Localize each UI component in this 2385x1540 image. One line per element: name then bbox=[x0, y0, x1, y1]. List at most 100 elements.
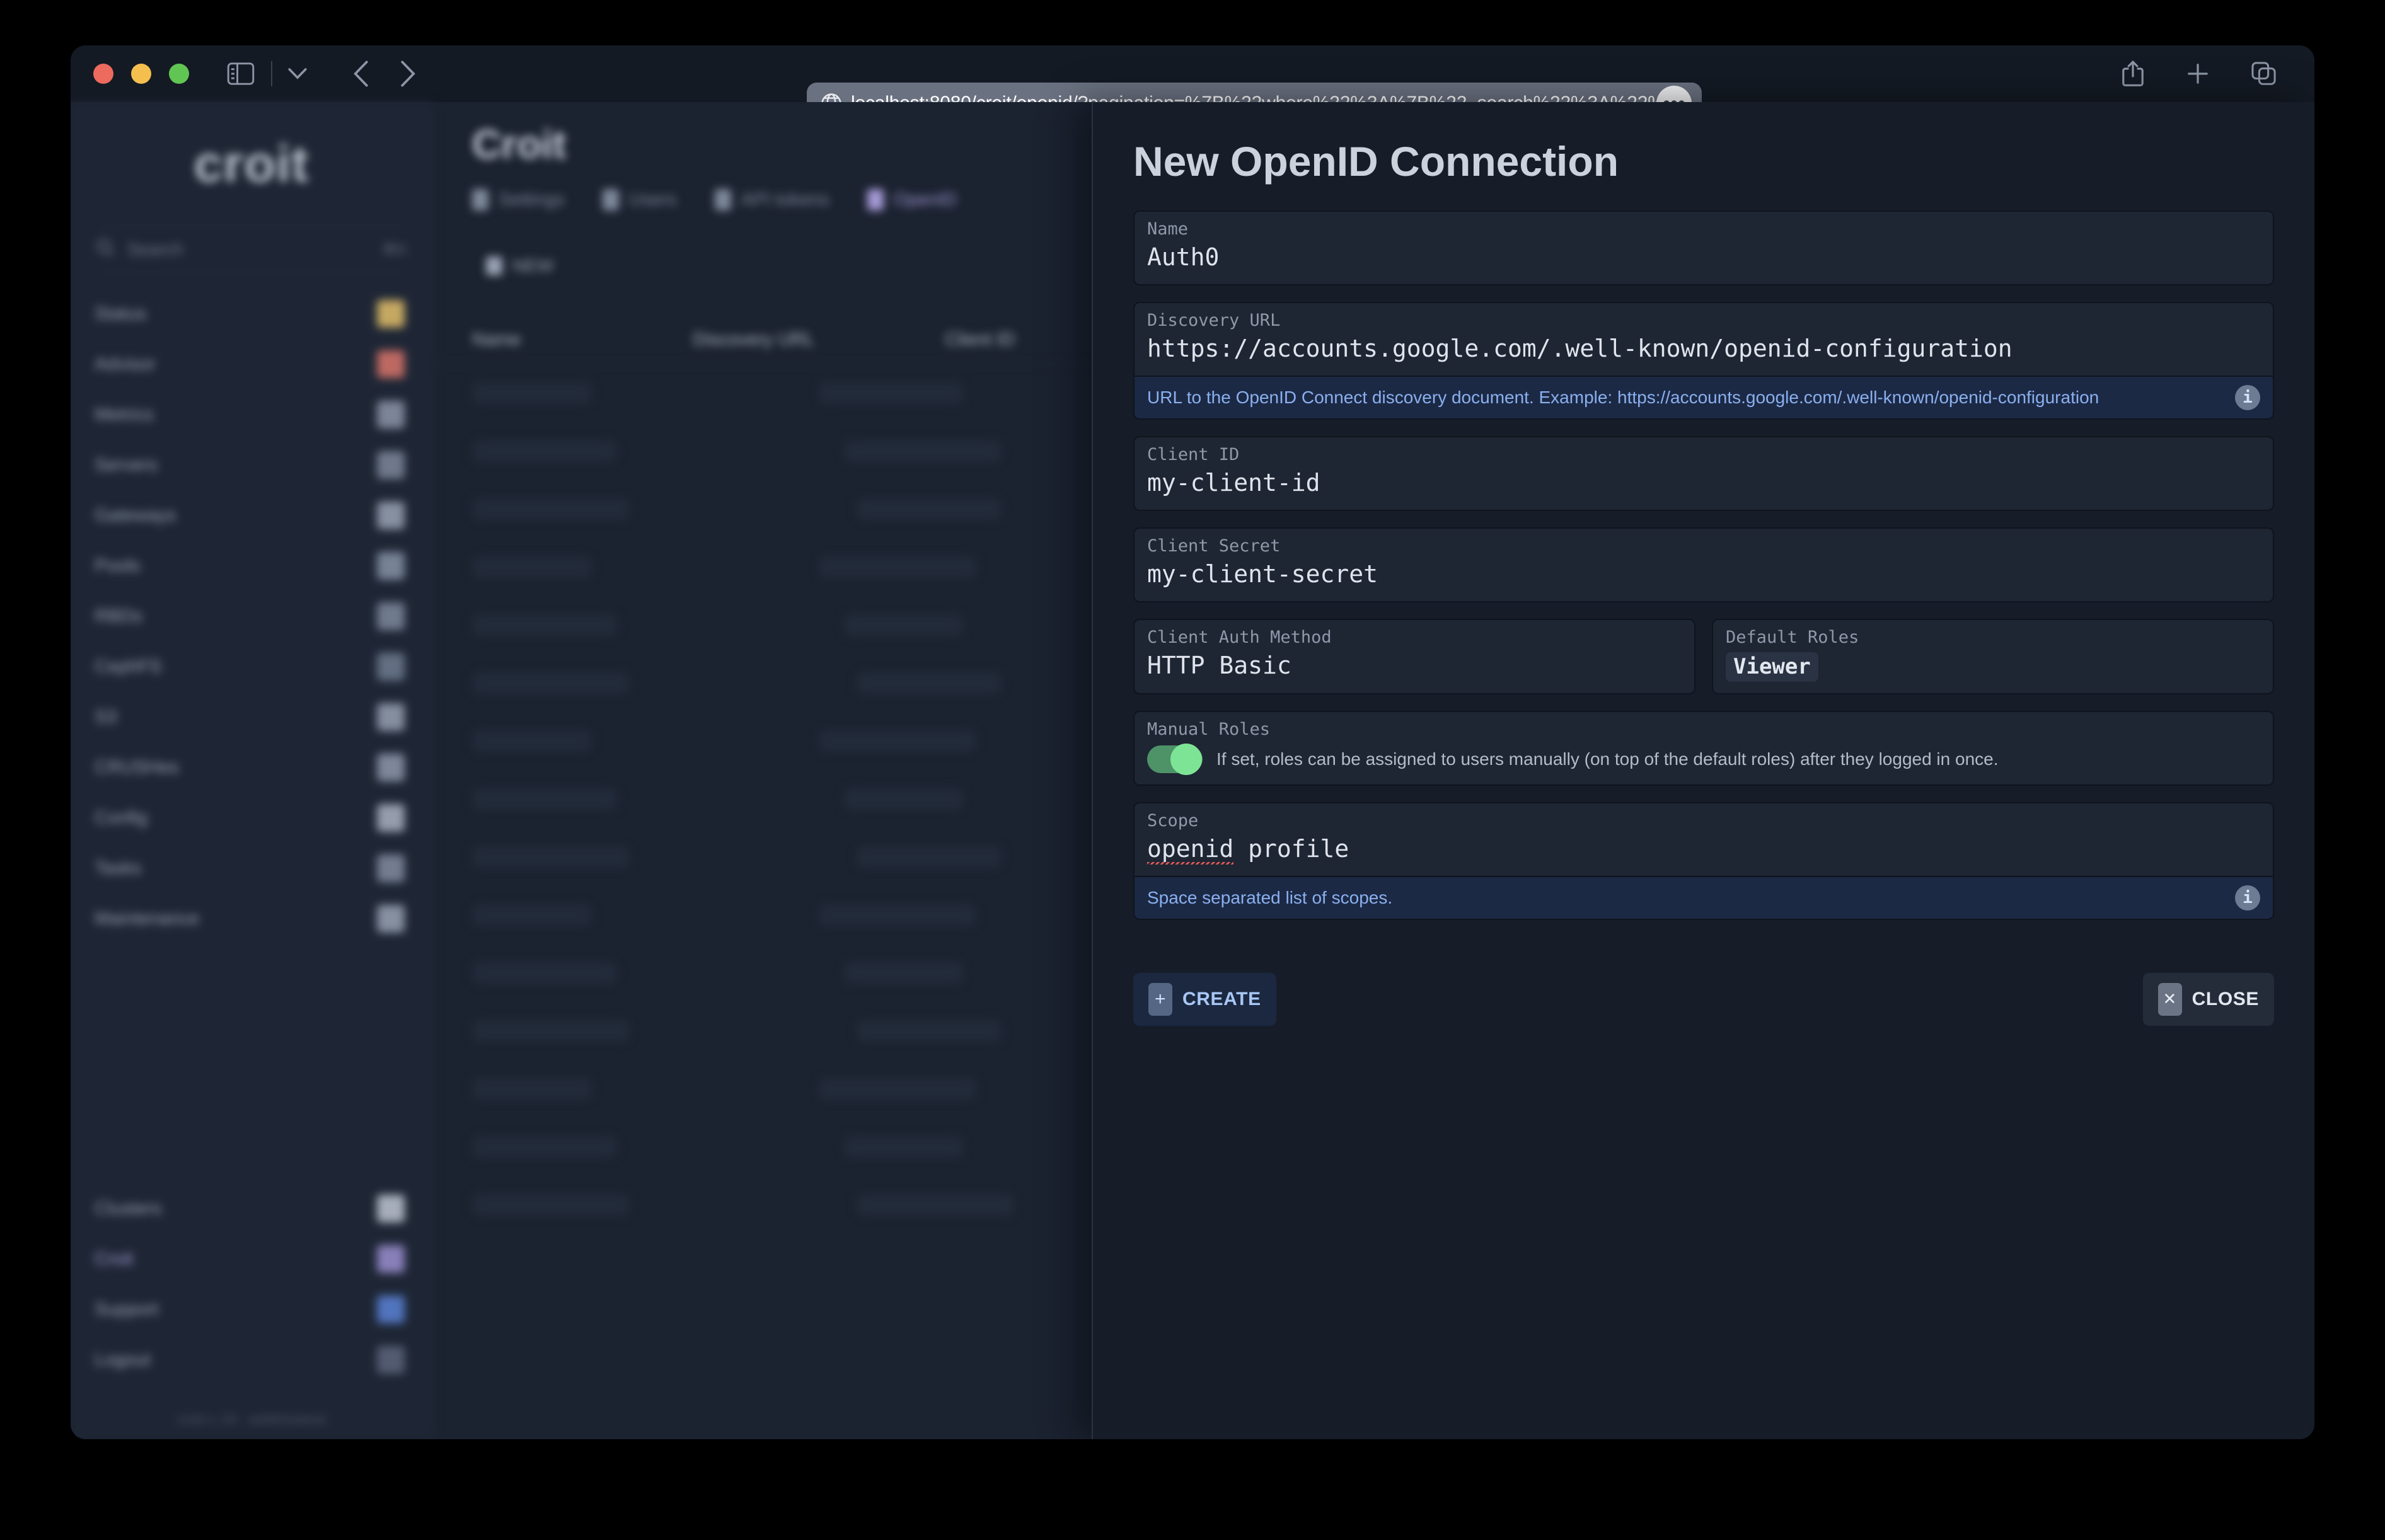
crushes-icon bbox=[377, 754, 405, 781]
sidebar-item-tasks[interactable]: Tasks bbox=[71, 843, 432, 894]
name-field[interactable]: Name Auth0 bbox=[1133, 210, 2274, 285]
sidebar-item-croit[interactable]: Croit bbox=[71, 1234, 432, 1284]
scope-value[interactable]: openid profile bbox=[1147, 834, 2260, 865]
tab-label: Users bbox=[628, 189, 677, 210]
logout-icon bbox=[377, 1346, 405, 1374]
close-icon: ✕ bbox=[2157, 982, 2182, 1016]
plus-icon[interactable] bbox=[2186, 62, 2210, 86]
scope-help: Space separated list of scopes. i bbox=[1133, 876, 2274, 920]
panel-title: New OpenID Connection bbox=[1133, 138, 1619, 185]
new-button[interactable]: NEW bbox=[472, 248, 567, 284]
sidebar-item-servers[interactable]: Servers bbox=[71, 440, 432, 490]
tab-api-tokens[interactable]: API tokens bbox=[714, 189, 829, 210]
client-id-field[interactable]: Client ID my-client-id bbox=[1133, 436, 2274, 511]
tab-overview-icon[interactable] bbox=[2251, 62, 2277, 86]
info-icon[interactable]: i bbox=[2235, 885, 2260, 911]
scope-label: Scope bbox=[1147, 810, 1199, 830]
sidebar-item-crushes[interactable]: CRUSHes bbox=[71, 742, 432, 793]
new-openid-connection-panel: New OpenID Connection Name Auth0 Discove… bbox=[1092, 102, 2314, 1439]
client-auth-method-field[interactable]: Client Auth Method HTTP Basic bbox=[1133, 619, 1695, 694]
tab-users[interactable]: Users bbox=[602, 189, 677, 210]
tab-openid[interactable]: OpenID bbox=[867, 189, 957, 210]
sidebar-item-rbds[interactable]: RBDs bbox=[71, 591, 432, 641]
sidebar-item-status[interactable]: Status bbox=[71, 289, 432, 339]
client-secret-value[interactable]: my-client-secret bbox=[1147, 560, 2260, 590]
close-button[interactable]: ✕ CLOSE bbox=[2142, 972, 2274, 1026]
discovery-url-field[interactable]: Discovery URL https://accounts.google.co… bbox=[1133, 302, 2274, 377]
default-roles-value[interactable]: Viewer bbox=[1726, 651, 2260, 682]
back-arrow-icon[interactable] bbox=[352, 60, 371, 88]
maximize-window-button[interactable] bbox=[169, 64, 189, 84]
browser-window: localhost:8080/croit/openid/?pagination=… bbox=[71, 45, 2314, 1439]
sidebar-item-logout[interactable]: Logout bbox=[71, 1335, 432, 1385]
maintenance-icon bbox=[377, 905, 405, 933]
sidebar-toggle-icon[interactable] bbox=[227, 62, 255, 85]
sidebar-item-cephfs[interactable]: CephFS bbox=[71, 641, 432, 692]
sidebar-nav-bottom: Clusters Croit Support Logout bbox=[71, 1183, 432, 1385]
manual-roles-field: Manual Roles If set, roles can be assign… bbox=[1133, 710, 2274, 786]
status-icon bbox=[377, 300, 405, 328]
sidebar-item-metrics[interactable]: Metrics bbox=[71, 389, 432, 440]
share-icon[interactable] bbox=[2122, 60, 2144, 88]
column-header-client-id: Client ID bbox=[945, 330, 1015, 350]
discovery-url-help: URL to the OpenID Connect discovery docu… bbox=[1133, 377, 2274, 420]
client-secret-field[interactable]: Client Secret my-client-secret bbox=[1133, 527, 2274, 602]
column-header-discovery-url: Discovery URL bbox=[693, 330, 815, 350]
sidebar-item-label: Metrics bbox=[95, 404, 154, 425]
client-auth-method-value[interactable]: HTTP Basic bbox=[1147, 651, 1682, 681]
close-window-button[interactable] bbox=[93, 64, 113, 84]
discovery-url-label: Discovery URL bbox=[1147, 311, 1281, 330]
auth-roles-row: Client Auth Method HTTP Basic Default Ro… bbox=[1133, 619, 2274, 694]
client-auth-method-label: Client Auth Method bbox=[1147, 628, 1332, 647]
support-icon bbox=[377, 1296, 405, 1323]
sidebar-item-label: RBDs bbox=[95, 606, 142, 626]
column-header-name: Name bbox=[472, 330, 521, 350]
chevron-down-icon[interactable] bbox=[287, 67, 308, 81]
forward-arrow-icon[interactable] bbox=[398, 60, 417, 88]
scope-help-text: Space separated list of scopes. bbox=[1147, 887, 1393, 907]
sidebar-item-support[interactable]: Support bbox=[71, 1284, 432, 1335]
plus-icon bbox=[486, 256, 502, 275]
sidebar-item-s3[interactable]: S3 bbox=[71, 692, 432, 742]
sidebar-nav: Status Advisor Metrics Servers Gateways … bbox=[71, 289, 432, 944]
create-button[interactable]: + CREATE bbox=[1133, 972, 1276, 1026]
tab-settings[interactable]: Settings bbox=[472, 189, 565, 210]
config-icon bbox=[377, 804, 405, 832]
croit-logo: croit bbox=[193, 135, 309, 193]
discovery-url-value[interactable]: https://accounts.google.com/.well-known/… bbox=[1147, 334, 2260, 364]
plus-icon: + bbox=[1148, 982, 1172, 1016]
info-icon[interactable]: i bbox=[2235, 385, 2260, 410]
pools-icon bbox=[377, 552, 405, 580]
metrics-icon bbox=[377, 401, 405, 428]
search-placeholder: Search bbox=[127, 239, 183, 259]
sidebar-item-label: Advisor bbox=[95, 353, 156, 374]
minimize-window-button[interactable] bbox=[131, 64, 151, 84]
sidebar-item-clusters[interactable]: Clusters bbox=[71, 1183, 432, 1234]
sidebar-item-label: Status bbox=[95, 303, 147, 324]
role-chip[interactable]: Viewer bbox=[1726, 652, 1818, 682]
sidebar-item-maintenance[interactable]: Maintenance bbox=[71, 894, 432, 944]
sidebar-item-gateways[interactable]: Gateways bbox=[71, 490, 432, 541]
manual-roles-label: Manual Roles bbox=[1147, 719, 1271, 739]
sidebar-item-label: Pools bbox=[95, 555, 141, 576]
sidebar-item-label: Maintenance bbox=[95, 908, 200, 929]
sidebar-item-pools[interactable]: Pools bbox=[71, 541, 432, 591]
sidebar-item-config[interactable]: Config bbox=[71, 793, 432, 843]
advisor-icon bbox=[377, 350, 405, 378]
scope-rest: profile bbox=[1233, 834, 1349, 863]
sidebar-item-label: CRUSHes bbox=[95, 757, 179, 778]
tab-label: Settings bbox=[499, 189, 565, 210]
sidebar-item-label: Config bbox=[95, 807, 147, 828]
scope-field[interactable]: Scope openid profile bbox=[1133, 802, 2274, 877]
rbds-icon bbox=[377, 602, 405, 630]
client-id-value[interactable]: my-client-id bbox=[1147, 468, 2260, 498]
users-icon bbox=[602, 189, 619, 210]
manual-roles-toggle[interactable] bbox=[1147, 743, 1203, 775]
name-value[interactable]: Auth0 bbox=[1147, 243, 2260, 273]
search-shortcut: ⌘K bbox=[381, 241, 407, 258]
settings-icon bbox=[472, 189, 488, 210]
default-roles-field[interactable]: Default Roles Viewer bbox=[1712, 619, 2274, 694]
sidebar-item-advisor[interactable]: Advisor bbox=[71, 339, 432, 389]
search-input[interactable]: Search ⌘K bbox=[96, 227, 407, 272]
sidebar-item-label: Servers bbox=[95, 454, 158, 475]
